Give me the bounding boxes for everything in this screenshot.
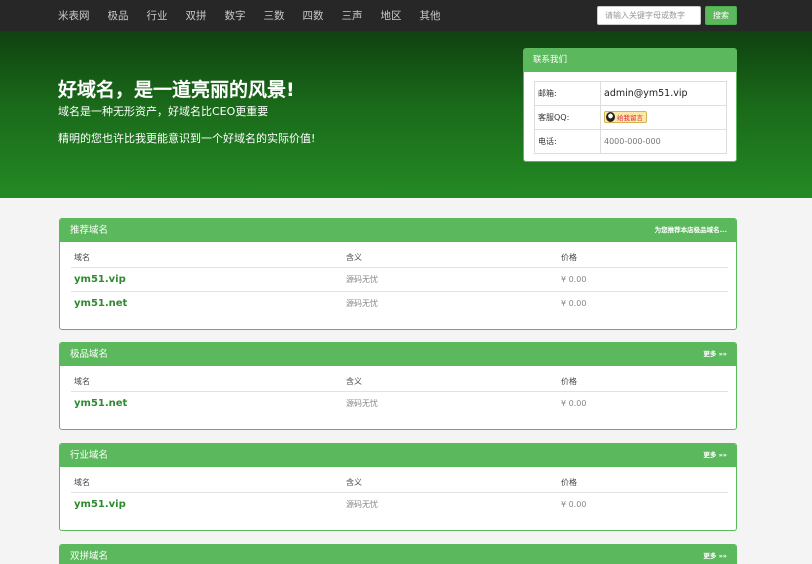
panel-header: 行业域名 更多 »» [60,444,736,467]
table-row: ym51.net 源码无忧 ¥ 0.00 [71,291,728,315]
search-button[interactable]: 搜索 [705,6,737,25]
meaning-cell: 源码无忧 [346,398,378,408]
panel-title: 行业域名 [70,450,109,461]
panel-header: 推荐域名 为您推荐本店极品域名... [60,219,736,242]
price-cell: ¥ 0.00 [561,499,587,509]
domain-link[interactable]: ym51.net [74,398,127,409]
column-header-price: 价格 [558,476,728,493]
contact-value-qq: 给我留言 [600,105,727,130]
domain-cell: ym51.net [71,291,343,315]
nav-item-premium[interactable]: 极品 [108,8,129,23]
contact-row-phone: 电话: 4000-000-000 [534,129,727,154]
qq-penguin-icon [606,112,615,122]
contact-row-email: 邮箱: admin@ym51.vip [534,81,727,106]
hero-title: 好域名，是一道亮丽的风景! [58,79,295,101]
table-header-row: 域名 含义 价格 [71,375,728,392]
search-input[interactable] [597,6,701,25]
nav-item-region[interactable]: 地区 [381,8,402,23]
column-header-domain: 域名 [71,476,343,493]
column-header-price: 价格 [558,375,728,392]
panel-title: 极品域名 [70,349,109,360]
more-link[interactable]: 更多 »» [703,343,727,366]
domain-table: 域名 含义 价格 ym51.vip 源码无忧 ¥ 0.00 [71,476,728,516]
domain-link[interactable]: ym51.net [74,298,127,309]
contact-label-phone: 电话: [534,129,601,154]
column-header-meaning: 含义 [343,375,558,392]
contact-title: 联系我们 [524,49,736,72]
contact-table: 邮箱: admin@ym51.vip 客服QQ: 给我留言 电话: 4000-0… [534,81,727,154]
contact-value-phone: 4000-000-000 [600,129,727,154]
column-header-domain: 域名 [71,251,343,268]
domain-link[interactable]: ym51.vip [74,499,126,510]
panel-title: 推荐域名 [70,225,109,236]
panel-recommended: 推荐域名 为您推荐本店极品域名... 域名 含义 价格 ym51.vip 源码无… [59,218,737,330]
panel-title: 双拼域名 [70,551,109,562]
panel-pinyin: 双拼域名 更多 »» [59,544,737,564]
contact-row-qq: 客服QQ: 给我留言 [534,105,727,130]
price-cell: ¥ 0.00 [561,298,587,308]
contact-value-email: admin@ym51.vip [600,81,727,106]
price-cell: ¥ 0.00 [561,398,587,408]
nav-item-numeric[interactable]: 数字 [225,8,246,23]
qq-message-label: 给我留言 [617,114,643,122]
contact-label-email: 邮箱: [534,81,601,106]
table-row: ym51.net 源码无忧 ¥ 0.00 [71,391,728,415]
column-header-price: 价格 [558,251,728,268]
more-link[interactable]: 为您推荐本店极品域名... [655,219,727,242]
meaning-cell: 源码无忧 [346,499,378,509]
panel-header: 双拼域名 更多 »» [60,545,736,564]
panel-header: 极品域名 更多 »» [60,343,736,366]
table-row: ym51.vip 源码无忧 ¥ 0.00 [71,267,728,292]
domain-cell: ym51.net [71,391,343,415]
domain-table: 域名 含义 价格 ym51.net 源码无忧 ¥ 0.00 [71,375,728,415]
domain-link[interactable]: ym51.vip [74,274,126,285]
domain-cell: ym51.vip [71,492,343,516]
nav-item-home[interactable]: 米表网 [58,8,90,23]
contact-box: 联系我们 邮箱: admin@ym51.vip 客服QQ: 给我留言 电话: 4… [523,48,737,162]
nav-item-three-letter[interactable]: 三声 [342,8,363,23]
nav-item-four-digit[interactable]: 四数 [303,8,324,23]
column-header-meaning: 含义 [343,476,558,493]
nav-links: 米表网 极品 行业 双拼 数字 三数 四数 三声 地区 其他 [58,0,459,31]
table-row: ym51.vip 源码无忧 ¥ 0.00 [71,492,728,516]
contact-label-qq: 客服QQ: [534,105,601,130]
panel-premium: 极品域名 更多 »» 域名 含义 价格 ym51.net 源码无忧 ¥ 0.00 [59,342,737,430]
panel-industry: 行业域名 更多 »» 域名 含义 价格 ym51.vip 源码无忧 ¥ 0.00 [59,443,737,531]
price-cell: ¥ 0.00 [558,267,728,292]
nav-item-industry[interactable]: 行业 [147,8,168,23]
column-header-meaning: 含义 [343,251,558,268]
meaning-cell: 源码无忧 [343,267,558,292]
nav-item-pinyin[interactable]: 双拼 [186,8,207,23]
column-header-domain: 域名 [71,375,343,392]
hero-subtitle: 域名是一种无形资产，好域名比CEO更重要 [58,105,269,118]
table-header-row: 域名 含义 价格 [71,476,728,493]
nav-item-other[interactable]: 其他 [420,8,441,23]
nav-item-three-digit[interactable]: 三数 [264,8,285,23]
domain-cell: ym51.vip [71,267,343,292]
table-header-row: 域名 含义 价格 [71,251,728,268]
more-link[interactable]: 更多 »» [703,545,727,564]
meaning-cell: 源码无忧 [346,298,378,308]
top-navbar: 米表网 极品 行业 双拼 数字 三数 四数 三声 地区 其他 搜索 [0,0,812,31]
domain-table: 域名 含义 价格 ym51.vip 源码无忧 ¥ 0.00 ym51.net 源… [71,251,728,315]
more-link[interactable]: 更多 »» [703,444,727,467]
qq-message-button[interactable]: 给我留言 [604,111,647,123]
hero-subtitle-2: 精明的您也许比我更能意识到一个好域名的实际价值! [58,132,316,145]
